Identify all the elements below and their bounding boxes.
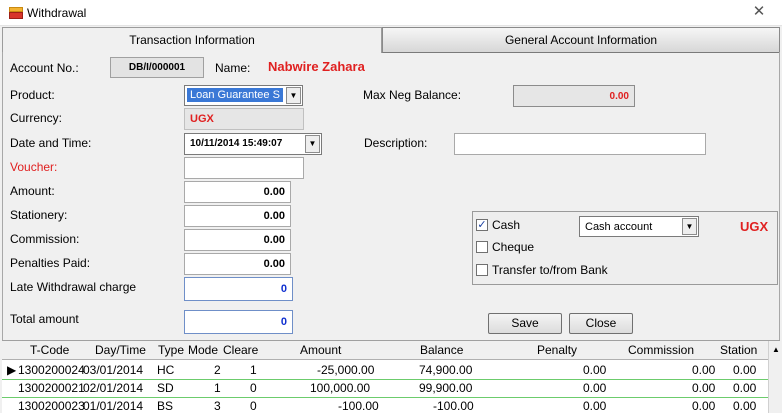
cell-type: SD <box>157 381 174 395</box>
transfer-bank-label: Transfer to/from Bank <box>492 263 608 277</box>
current-row-pointer-icon: ▶ <box>7 363 17 377</box>
stationery-label: Stationery: <box>10 208 68 222</box>
scroll-up-icon[interactable]: ▲ <box>772 345 780 354</box>
column-header-mode[interactable]: Mode <box>188 343 218 357</box>
cell-station: 0.00 <box>733 381 757 395</box>
late-withdrawal-charge-field: 0 <box>184 277 293 301</box>
currency-field: UGX <box>184 108 304 130</box>
total-amount-label: Total amount <box>10 312 79 326</box>
cell-mode: 3 <box>214 399 221 413</box>
cell-commission: 0.00 <box>692 381 716 395</box>
cell-station: 0.00 <box>733 363 757 377</box>
penalties-paid-label: Penalties Paid: <box>10 256 91 270</box>
account-number-field: DB/I/000001 <box>110 57 204 78</box>
close-window-icon[interactable]: ✕ <box>748 2 770 22</box>
cell-amount: -100.00 <box>338 399 379 413</box>
product-select[interactable]: Loan Guarantee S ▼ <box>184 85 303 106</box>
column-header-type[interactable]: Type <box>158 343 184 357</box>
cell-amount: 100,000.00 <box>310 381 371 395</box>
column-header-balance[interactable]: Balance <box>420 343 463 357</box>
stationery-input[interactable]: 0.00 <box>184 205 291 227</box>
cell-daytime: 03/01/2014 <box>83 363 144 377</box>
column-header-cleared[interactable]: Cleare <box>223 343 258 357</box>
commission-label: Commission: <box>10 232 80 246</box>
date-time-label: Date and Time: <box>10 136 92 150</box>
cell-tcode: 1300200021 <box>18 381 85 395</box>
title-bar: Withdrawal ✕ <box>0 0 782 26</box>
cheque-checkbox[interactable] <box>476 241 488 253</box>
cell-tcode: 1300200023 <box>18 399 85 413</box>
cell-balance: -100.00 <box>433 399 474 413</box>
name-label: Name: <box>215 61 251 75</box>
withdrawal-window: Withdrawal ✕ Transaction Information Gen… <box>0 0 782 413</box>
transactions-grid: T-Code Day/Time Type Mode Cleare Amount … <box>2 340 782 413</box>
payment-currency-label: UGX <box>740 219 769 234</box>
app-icon <box>9 7 23 19</box>
cell-daytime: 02/01/2014 <box>83 381 144 395</box>
currency-label: Currency: <box>10 111 63 125</box>
window-title: Withdrawal <box>27 6 87 20</box>
account-number-label: Account No.: <box>10 61 79 75</box>
cell-commission: 0.00 <box>692 363 716 377</box>
table-row[interactable]: 1300200023 01/01/2014 BS 3 0 -100.00 -10… <box>2 397 768 413</box>
cell-type: HC <box>157 363 175 377</box>
cell-balance: 99,900.00 <box>419 381 473 395</box>
max-neg-balance-field: 0.00 <box>513 85 635 107</box>
cell-cleared: 1 <box>250 363 257 377</box>
close-button[interactable]: Close <box>569 313 633 334</box>
cash-account-select[interactable]: Cash account ▼ <box>579 216 699 237</box>
cell-balance: 74,900.00 <box>419 363 473 377</box>
amount-input[interactable]: 0.00 <box>184 181 291 203</box>
description-input[interactable] <box>454 133 706 155</box>
cell-station: 0.00 <box>733 399 757 413</box>
cell-penalty: 0.00 <box>583 381 607 395</box>
penalties-paid-input[interactable]: 0.00 <box>184 253 291 275</box>
cell-mode: 1 <box>214 381 221 395</box>
cash-label: Cash <box>492 218 521 232</box>
cell-cleared: 0 <box>250 399 257 413</box>
table-row[interactable]: 1300200021 02/01/2014 SD 1 0 100,000.00 … <box>2 379 768 398</box>
product-label: Product: <box>10 88 55 102</box>
column-header-penalty[interactable]: Penalty <box>537 343 577 357</box>
transfer-bank-checkbox[interactable] <box>476 264 488 276</box>
cash-account-selected-value: Cash account <box>585 221 653 233</box>
cell-tcode: 1300200024 <box>18 363 85 377</box>
grid-vertical-scrollbar[interactable]: ▲ <box>768 341 782 413</box>
cell-amount: -25,000.00 <box>317 363 375 377</box>
column-header-station[interactable]: Station <box>720 343 757 357</box>
max-neg-balance-label: Max Neg Balance: <box>363 88 462 102</box>
account-holder-name: Nabwire Zahara <box>268 59 365 74</box>
description-label: Description: <box>364 136 428 150</box>
column-header-daytime[interactable]: Day/Time <box>95 343 146 357</box>
product-selected-value: Loan Guarantee S <box>187 88 283 102</box>
cell-type: BS <box>157 399 174 413</box>
total-amount-field: 0 <box>184 310 293 334</box>
column-header-amount[interactable]: Amount <box>300 343 341 357</box>
commission-input[interactable]: 0.00 <box>184 229 291 251</box>
grid-header: T-Code Day/Time Type Mode Cleare Amount … <box>2 341 768 360</box>
amount-label: Amount: <box>10 184 55 198</box>
column-header-commission[interactable]: Commission <box>628 343 694 357</box>
column-header-tcode[interactable]: T-Code <box>30 343 69 357</box>
save-button[interactable]: Save <box>488 313 562 334</box>
cell-penalty: 0.00 <box>583 399 607 413</box>
tab-general-account-information[interactable]: General Account Information <box>382 27 780 53</box>
date-time-value: 10/11/2014 15:49:07 <box>190 138 283 149</box>
chevron-down-icon[interactable]: ▼ <box>286 87 301 104</box>
cash-checkbox[interactable]: ✓ <box>476 219 488 231</box>
tab-transaction-information[interactable]: Transaction Information <box>2 27 382 53</box>
cheque-label: Cheque <box>492 240 535 254</box>
cell-mode: 2 <box>214 363 221 377</box>
cell-cleared: 0 <box>250 381 257 395</box>
voucher-label: Voucher: <box>10 160 58 174</box>
table-row[interactable]: ▶ 1300200024 03/01/2014 HC 2 1 -25,000.0… <box>2 361 768 380</box>
voucher-input[interactable] <box>184 157 304 179</box>
late-withdrawal-charge-label: Late Withdrawal charge <box>10 280 137 294</box>
chevron-down-icon[interactable]: ▼ <box>682 218 697 235</box>
date-time-picker[interactable]: 10/11/2014 15:49:07 ▼ <box>184 133 322 155</box>
calendar-dropdown-icon[interactable]: ▼ <box>305 135 320 153</box>
cell-daytime: 01/01/2014 <box>83 399 144 413</box>
cell-commission: 0.00 <box>692 399 716 413</box>
cell-penalty: 0.00 <box>583 363 607 377</box>
